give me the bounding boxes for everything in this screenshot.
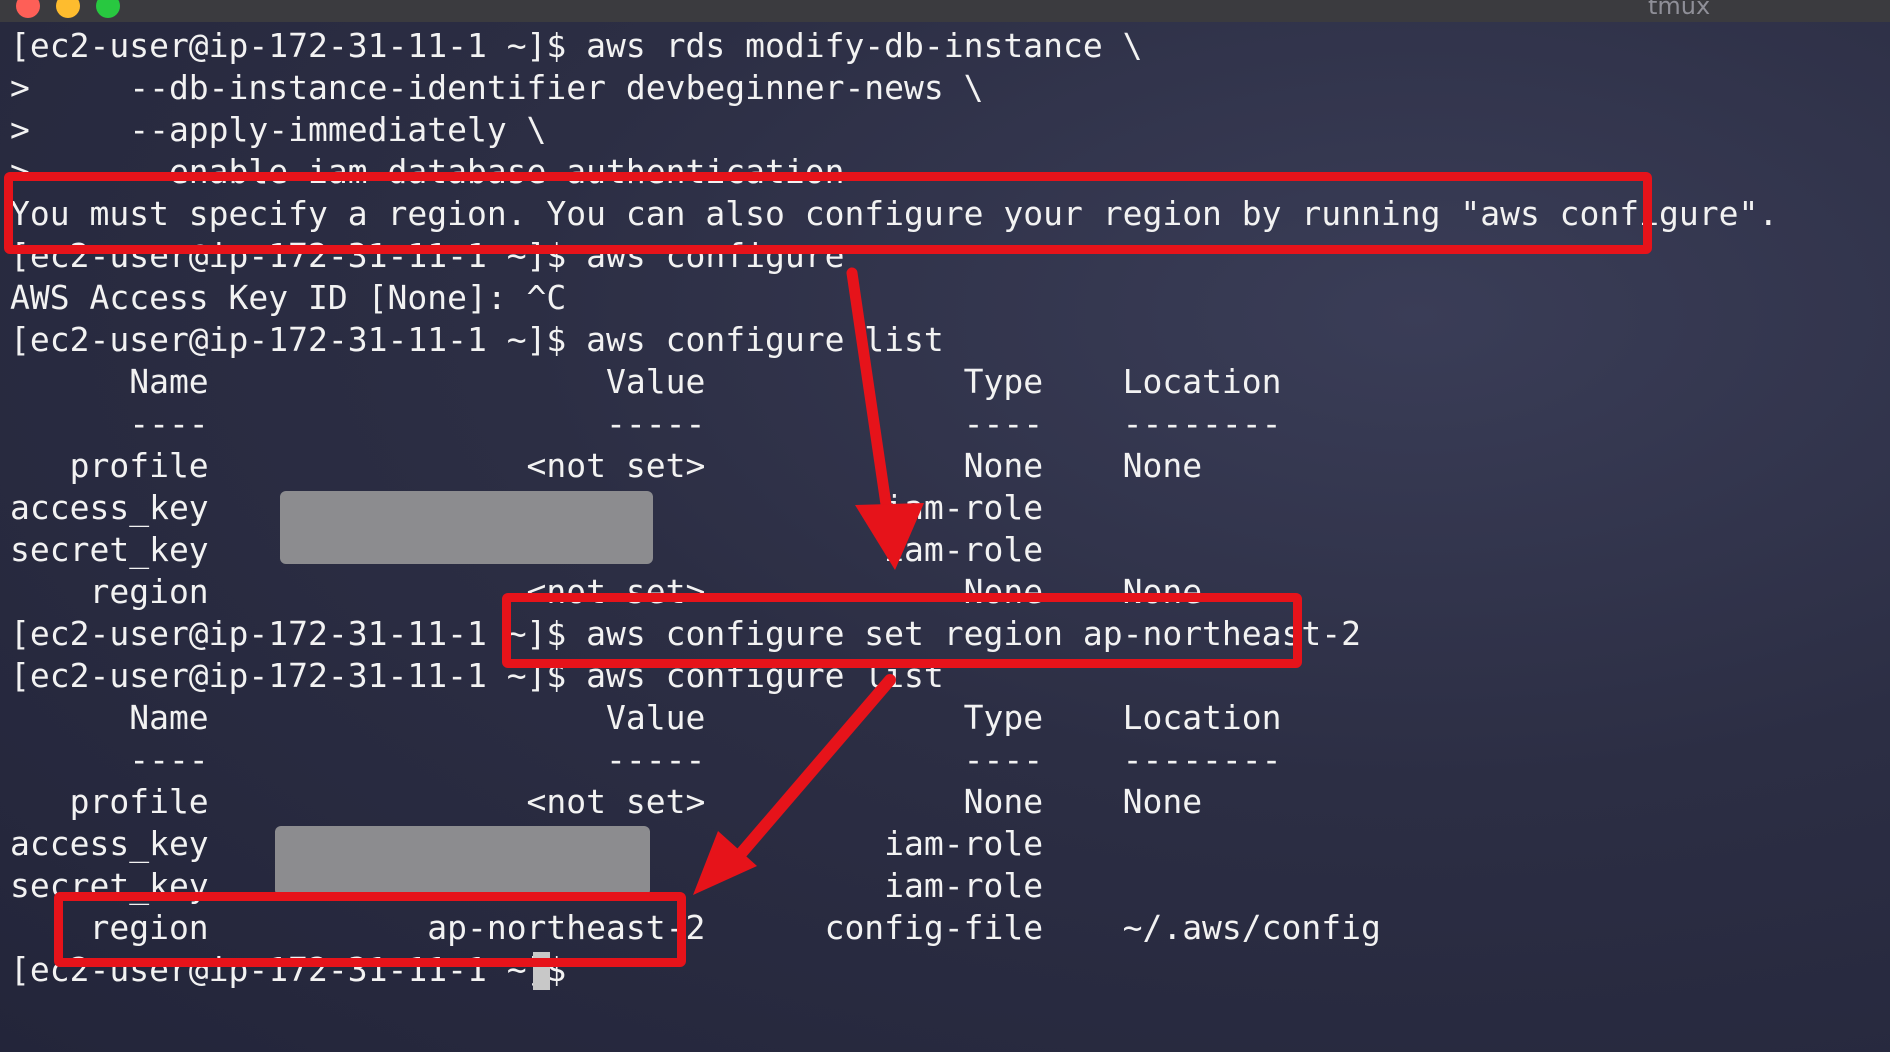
redacted-secret-key-block xyxy=(275,826,650,896)
terminal-line: [ec2-user@ip-172-31-11-1 ~]$ aws rds mod… xyxy=(10,26,1143,65)
error-highlight-box xyxy=(4,172,1652,254)
command-highlight-box xyxy=(502,593,1302,668)
redacted-access-key-block xyxy=(280,491,653,564)
table-row: profile <not set> None None xyxy=(10,782,1203,821)
terminal-line: [ec2-user@ip-172-31-11-1 ~]$ aws configu… xyxy=(10,320,944,359)
window-title: tmux xyxy=(1648,0,1711,20)
close-window-button[interactable] xyxy=(16,0,40,18)
table-separator-line: ---- ----- ---- -------- xyxy=(10,404,1282,443)
minimize-window-button[interactable] xyxy=(56,0,80,18)
terminal-line: > --apply-immediately \ xyxy=(10,110,547,149)
table-separator-line: ---- ----- ---- -------- xyxy=(10,740,1282,779)
table-header-line: Name Value Type Location xyxy=(10,698,1282,737)
terminal-line: > --db-instance-identifier devbeginner-n… xyxy=(10,68,984,107)
region-highlight-box xyxy=(54,892,686,967)
table-header-line: Name Value Type Location xyxy=(10,362,1282,401)
table-row: profile <not set> None None xyxy=(10,446,1203,485)
terminal-line: AWS Access Key ID [None]: ^C xyxy=(10,278,567,317)
window-titlebar: tmux xyxy=(0,0,1890,22)
maximize-window-button[interactable] xyxy=(96,0,120,18)
